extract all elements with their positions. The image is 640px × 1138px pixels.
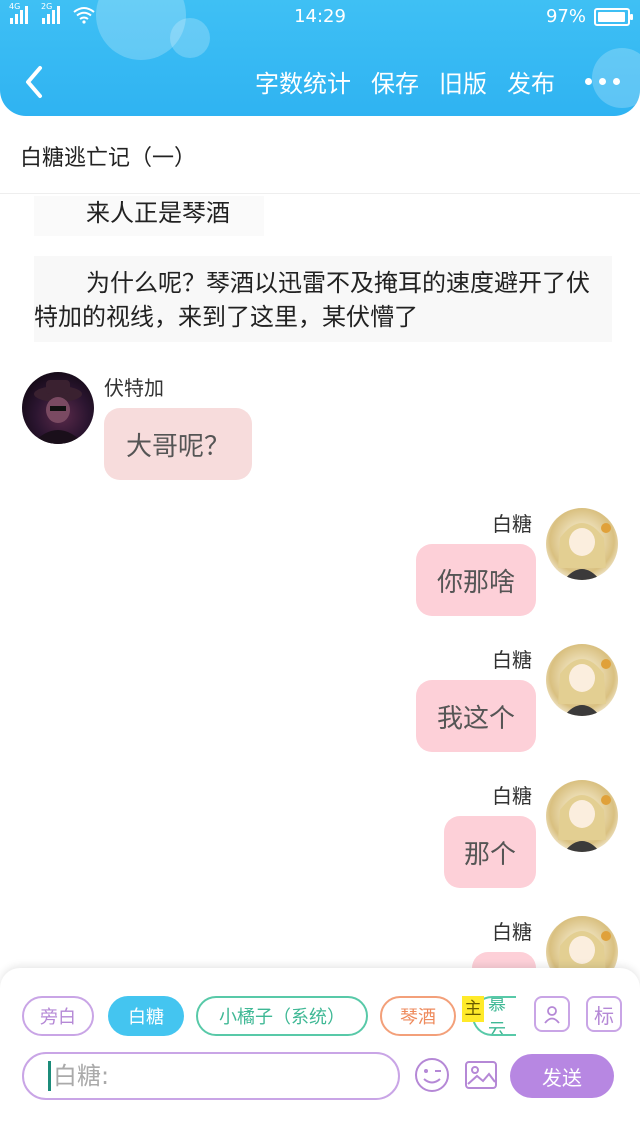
avatar-baitang[interactable] bbox=[546, 644, 618, 716]
publish-button[interactable]: 发布 bbox=[507, 64, 555, 99]
message-bubble[interactable]: 我这个 bbox=[416, 680, 536, 752]
message-bubble[interactable]: 大哥呢？ bbox=[104, 408, 252, 480]
battery-icon bbox=[594, 7, 633, 26]
save-button[interactable]: 保存 bbox=[371, 64, 419, 99]
avatar-vodka[interactable] bbox=[22, 372, 94, 444]
narration-block[interactable]: 为什么呢？琴酒以迅雷不及掩耳的速度避开了伏特加的视线，来到了这里，某伏懵了 bbox=[34, 256, 612, 342]
sender-name: 伏特加 bbox=[104, 376, 164, 400]
avatar-baitang[interactable] bbox=[546, 780, 618, 852]
old-version-button[interactable]: 旧版 bbox=[439, 64, 487, 99]
character-chip-baitang[interactable]: 白糖 bbox=[108, 996, 184, 1036]
baitang-portrait-icon bbox=[558, 523, 611, 580]
character-chip-orange[interactable]: 小橘子（系统） bbox=[196, 996, 368, 1036]
sender-name: 白糖 bbox=[492, 512, 532, 536]
image-icon[interactable] bbox=[462, 1056, 500, 1094]
vodka-portrait-icon bbox=[32, 380, 84, 444]
back-arrow-icon[interactable] bbox=[20, 62, 50, 102]
role-card-icon[interactable] bbox=[534, 996, 570, 1032]
message-input-box[interactable] bbox=[22, 1052, 400, 1100]
battery-fill bbox=[598, 11, 626, 22]
word-count-button[interactable]: 字数统计 bbox=[255, 64, 351, 99]
text-cursor bbox=[48, 1061, 51, 1091]
character-chip-narration[interactable]: 旁白 bbox=[22, 996, 94, 1036]
battery-percent: 97% bbox=[545, 6, 586, 27]
baitang-portrait-icon bbox=[558, 659, 611, 716]
character-chip-qinjiu[interactable]: 琴酒 bbox=[380, 996, 456, 1036]
editor-toolbar: 字数统计 保存 旧版 发布 bbox=[235, 64, 620, 99]
mark-icon[interactable]: 标 bbox=[586, 996, 622, 1032]
avatar-baitang[interactable] bbox=[546, 508, 618, 580]
main-character-tag: 主 bbox=[462, 996, 484, 1022]
compose-panel: 旁白 白糖 小橘子（系统） 琴酒 慕云 主 标 发送 bbox=[0, 968, 640, 1138]
send-button[interactable]: 发送 bbox=[510, 1054, 614, 1098]
baitang-portrait-icon bbox=[558, 795, 611, 852]
sender-name: 白糖 bbox=[492, 784, 532, 808]
emoji-icon[interactable] bbox=[413, 1056, 451, 1094]
app-header: 4G 2G 14:29 97% 字数统计 保存 旧版 发布 bbox=[0, 0, 640, 116]
message-input[interactable] bbox=[53, 1062, 353, 1090]
message-bubble[interactable]: 你那啥 bbox=[416, 544, 536, 616]
status-time: 14:29 bbox=[294, 6, 346, 27]
status-bar: 4G 2G 14:29 97% bbox=[0, 0, 640, 34]
message-bubble[interactable]: 那个 bbox=[444, 816, 536, 888]
story-title-bar: 白糖逃亡记（一） bbox=[0, 116, 640, 194]
story-title[interactable]: 白糖逃亡记（一） bbox=[20, 140, 196, 172]
sender-name: 白糖 bbox=[492, 920, 532, 944]
narration-block[interactable]: 来人正是琴酒 bbox=[34, 196, 264, 236]
sender-name: 白糖 bbox=[492, 648, 532, 672]
more-options-icon[interactable] bbox=[585, 68, 620, 95]
